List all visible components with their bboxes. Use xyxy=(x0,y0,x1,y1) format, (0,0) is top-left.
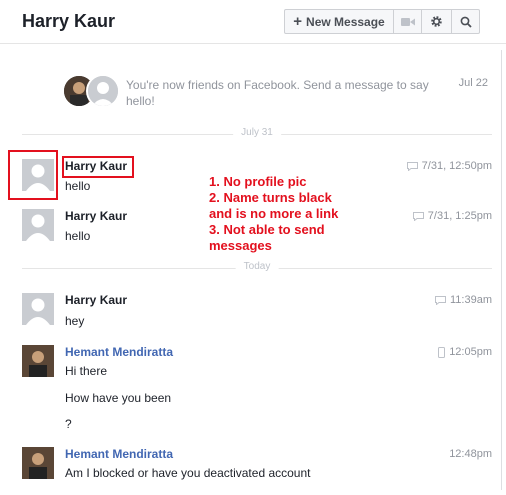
plus-icon: + xyxy=(293,13,303,30)
settings-button[interactable] xyxy=(422,9,452,34)
message-text: ? xyxy=(65,417,72,431)
friends-notice-text: You're now friends on Facebook. Send a m… xyxy=(126,78,429,108)
message-time: 7/31, 12:50pm xyxy=(406,160,492,172)
avatar-highlight-box xyxy=(8,150,58,200)
new-message-label: New Message xyxy=(306,14,385,29)
avatar-placeholder xyxy=(22,293,54,325)
sender-name-link[interactable]: Hemant Mendiratta xyxy=(65,447,173,461)
message-time-label: 12:05pm xyxy=(449,346,492,358)
chat-bubble-icon xyxy=(406,161,418,171)
chat-bubble-icon xyxy=(412,211,424,221)
search-icon xyxy=(460,16,472,28)
message-time-label: 12:48pm xyxy=(449,448,492,460)
name-highlight-box xyxy=(62,156,134,178)
date-divider-label: Today xyxy=(235,261,279,272)
date-divider-label: July 31 xyxy=(233,127,281,138)
message-time-label: 7/31, 12:50pm xyxy=(421,160,492,172)
video-call-button[interactable] xyxy=(394,9,422,34)
message-text: hey xyxy=(65,314,85,328)
message-text: hello xyxy=(65,179,91,193)
mobile-phone-icon xyxy=(438,346,446,358)
message-group: Hemant Mendiratta Hi there How have you … xyxy=(22,345,492,431)
conversation-title: Harry Kaur xyxy=(22,11,116,31)
avatar-hemant[interactable] xyxy=(22,345,54,377)
date-divider: July 31 xyxy=(22,127,492,138)
sender-name-link[interactable]: Hemant Mendiratta xyxy=(65,345,173,359)
video-camera-icon xyxy=(400,17,415,26)
friend-avatar-harry xyxy=(86,74,120,108)
date-divider: Today xyxy=(22,261,492,272)
message-text: hello xyxy=(65,229,91,243)
gear-icon xyxy=(431,16,442,27)
sender-name: Harry Kaur xyxy=(65,209,128,223)
message-time: 12:05pm xyxy=(438,346,492,358)
annotation-line: 2. Name turns black xyxy=(209,190,332,205)
scrollbar-track[interactable] xyxy=(501,50,502,490)
sender-name: Harry Kaur xyxy=(65,293,128,307)
annotation-note: 1. No profile pic 2. Name turns black an… xyxy=(209,174,374,254)
message-text: Am I blocked or have you deactivated acc… xyxy=(65,466,311,480)
message-time-label: 11:39am xyxy=(450,294,492,306)
message-time: 7/31, 1:25pm xyxy=(412,210,492,222)
annotation-line: 1. No profile pic xyxy=(209,174,307,189)
message-text: How have you been xyxy=(65,391,172,405)
annotation-line: and is no more a link xyxy=(209,206,339,221)
annotation-line: 3. Not able to send xyxy=(209,222,325,237)
message-group: Hemant Mendiratta Am I blocked or have y… xyxy=(22,447,492,487)
message-time: 11:39am xyxy=(435,294,492,306)
message-time-label: 7/31, 1:25pm xyxy=(427,210,492,222)
header-toolbar: + New Message xyxy=(284,9,480,34)
message-time: 12:48pm xyxy=(449,448,492,460)
annotation-line: messages xyxy=(209,238,272,253)
avatar-hemant[interactable] xyxy=(22,447,54,479)
avatar-placeholder xyxy=(22,209,54,241)
search-button[interactable] xyxy=(452,9,480,34)
message-group: Harry Kaur hey 11:39am xyxy=(22,293,492,335)
message-text: Hi there xyxy=(65,364,108,378)
friends-notice: You're now friends on Facebook. Send a m… xyxy=(62,74,502,114)
conversation-header: Harry Kaur + New Message xyxy=(0,0,506,44)
friends-notice-date: Jul 22 xyxy=(458,77,488,89)
chat-bubble-icon xyxy=(435,295,446,305)
new-message-button[interactable]: + New Message xyxy=(284,9,394,34)
